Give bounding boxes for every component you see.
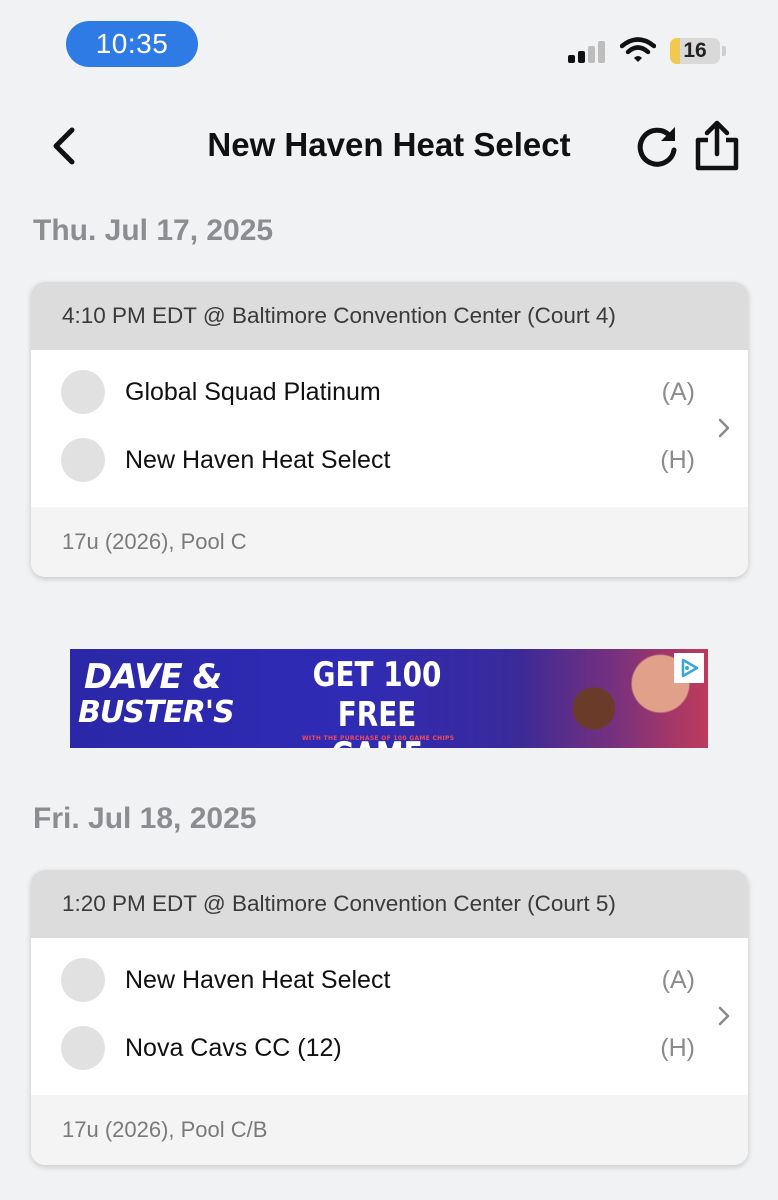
ad-logo-line2: BUSTER'S xyxy=(78,695,235,730)
ad-choices-icon[interactable] xyxy=(674,653,704,683)
team-logo-placeholder xyxy=(61,438,105,482)
ad-banner[interactable]: DAVE & BUSTER'S GET 100 FREE GAME CHIPS … xyxy=(70,649,708,748)
share-button[interactable] xyxy=(692,120,742,172)
game-time-location: 1:20 PM EDT @ Baltimore Convention Cente… xyxy=(31,870,748,938)
team-side: (H) xyxy=(660,445,695,474)
team-row: New Haven Heat Select (A) xyxy=(31,950,748,1010)
battery-icon: 16 xyxy=(670,38,720,64)
refresh-button[interactable] xyxy=(634,124,680,170)
ad-logo-line1: DAVE & xyxy=(84,657,222,697)
team-logo-placeholder xyxy=(61,1026,105,1070)
team-name: New Haven Heat Select xyxy=(125,445,391,474)
team-logo-placeholder xyxy=(61,370,105,414)
game-division-pool: 17u (2026), Pool C/B xyxy=(31,1095,748,1165)
team-name: Global Squad Platinum xyxy=(125,377,381,406)
team-logo-placeholder xyxy=(61,958,105,1002)
date-header: Thu. Jul 17, 2025 xyxy=(33,214,274,247)
status-time[interactable]: 10:35 xyxy=(66,21,198,67)
cellular-signal-icon xyxy=(568,39,608,63)
team-side: (A) xyxy=(661,965,695,994)
game-division-pool: 17u (2026), Pool C xyxy=(31,507,748,577)
ad-logo: DAVE & BUSTER'S xyxy=(78,657,235,739)
team-side: (H) xyxy=(660,1033,695,1062)
nav-bar: New Haven Heat Select xyxy=(0,110,778,182)
battery-nub xyxy=(722,46,726,56)
game-teams: New Haven Heat Select (A) Nova Cavs CC (… xyxy=(31,938,748,1095)
game-card[interactable]: 4:10 PM EDT @ Baltimore Convention Cente… xyxy=(31,282,748,577)
battery-level: 16 xyxy=(683,39,707,62)
team-row: New Haven Heat Select (H) xyxy=(31,430,748,490)
chevron-right-icon xyxy=(718,1006,730,1026)
team-name: New Haven Heat Select xyxy=(125,965,391,994)
ad-headline-line1: GET 100 FREE xyxy=(312,655,442,735)
status-bar: 10:35 16 xyxy=(0,0,778,90)
game-teams: Global Squad Platinum (A) New Haven Heat… xyxy=(31,350,748,507)
ad-fine-print: WITH THE PURCHASE OF 100 GAME CHIPS xyxy=(302,735,455,742)
team-side: (A) xyxy=(661,377,695,406)
team-name: Nova Cavs CC (12) xyxy=(125,1033,342,1062)
date-header: Fri. Jul 18, 2025 xyxy=(33,802,257,835)
game-card[interactable]: 1:20 PM EDT @ Baltimore Convention Cente… xyxy=(31,870,748,1165)
wifi-icon xyxy=(620,37,656,62)
game-time-location: 4:10 PM EDT @ Baltimore Convention Cente… xyxy=(31,282,748,350)
team-row: Global Squad Platinum (A) xyxy=(31,362,748,422)
chevron-right-icon xyxy=(718,418,730,438)
team-row: Nova Cavs CC (12) (H) xyxy=(31,1018,748,1078)
